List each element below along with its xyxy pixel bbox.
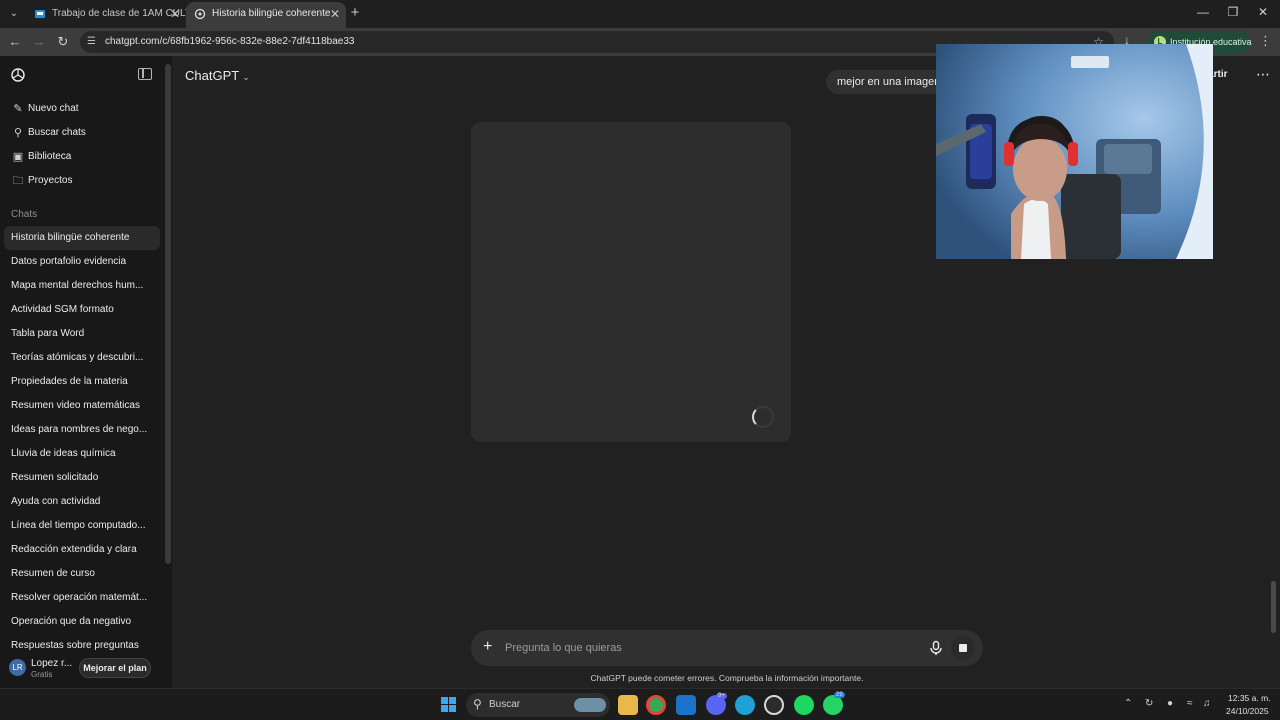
minimize-icon[interactable]: —: [1192, 5, 1214, 19]
webcam-overlay: [936, 44, 1213, 259]
user-message-bubble: mejor en una imagen: [826, 70, 946, 94]
more-options-icon[interactable]: ⋯: [1256, 66, 1270, 83]
chat-item[interactable]: Resumen solicitado: [4, 466, 160, 490]
prompt-input[interactable]: [505, 638, 905, 658]
new-chat-button[interactable]: ✎ Nuevo chat: [4, 98, 160, 120]
chat-item[interactable]: Redacción extendida y clara: [4, 538, 160, 562]
model-selector[interactable]: ChatGPT ⌄: [185, 68, 250, 83]
chat-item[interactable]: Ideas para nombres de nego...: [4, 418, 160, 442]
tab-classroom[interactable]: Trabajo de clase de 1AM CULTU ✕: [26, 2, 186, 28]
outlook-icon[interactable]: [676, 695, 696, 715]
chat-item[interactable]: Propiedades de la materia: [4, 370, 160, 394]
sync-icon[interactable]: ↻: [1145, 698, 1153, 709]
chrome-icon[interactable]: [646, 695, 666, 715]
search-icon: ⚲: [473, 697, 482, 711]
tab-title: Trabajo de clase de 1AM CULTU: [52, 8, 186, 19]
user-menu[interactable]: LR Lopez r... Gratis Mejorar el plan: [0, 654, 172, 688]
chat-item[interactable]: Resolver operación matemát...: [4, 586, 160, 610]
webcam-video-image: [936, 44, 1213, 259]
forward-icon[interactable]: →: [30, 33, 48, 51]
sidebar-scrollbar[interactable]: [165, 64, 171, 564]
spotify-icon[interactable]: [794, 695, 814, 715]
search-chats-button[interactable]: ⚲ Buscar chats: [4, 122, 160, 144]
chat-item[interactable]: Operación que da negativo: [4, 610, 160, 634]
sidebar-toggle-icon[interactable]: [138, 68, 152, 80]
folder-icon: 🗀: [12, 175, 24, 187]
screen: ⌄ Trabajo de clase de 1AM CULTU ✕ Histor…: [0, 0, 1280, 720]
discord-badge: 9+: [716, 693, 727, 699]
disclaimer-text: ChatGPT puede cometer errores. Comprueba…: [590, 673, 864, 683]
taskbar: ⚲ Buscar 9+ 29 ⌃ ↻ ● ≈ ♫ 12:35 a. m. 24/…: [0, 688, 1280, 720]
tab-chatgpt[interactable]: Historia bilingüe coherente ✕: [186, 2, 346, 28]
library-icon: ▣: [12, 151, 24, 163]
url-text[interactable]: chatgpt.com/c/68fb1962-956c-832e-88e2-7d…: [105, 31, 354, 53]
taskbar-search[interactable]: ⚲ Buscar: [466, 693, 610, 717]
chats-section-label: Chats: [11, 209, 38, 220]
taskbar-search-label: Buscar: [489, 699, 521, 710]
chat-item[interactable]: Teorías atómicas y descubri...: [4, 346, 160, 370]
tab-title: Historia bilingüe coherente: [212, 8, 331, 19]
browser-tab-bar: ⌄ Trabajo de clase de 1AM CULTU ✕ Histor…: [0, 0, 1280, 28]
composer: +: [471, 630, 983, 666]
tab-search-chevron-icon[interactable]: ⌄: [4, 4, 24, 24]
chat-list: Historia bilingüe coherente Datos portaf…: [4, 226, 160, 658]
user-plan: Gratis: [31, 670, 53, 679]
chevron-up-icon[interactable]: ⌃: [1124, 698, 1132, 709]
chevron-down-icon: ⌄: [242, 72, 250, 82]
steam-icon[interactable]: [764, 695, 784, 715]
restore-icon[interactable]: ❐: [1222, 5, 1244, 19]
reload-icon[interactable]: ↻: [54, 33, 72, 51]
wifi-icon[interactable]: ≈: [1187, 698, 1193, 709]
avatar: LR: [9, 659, 26, 676]
search-icon: ⚲: [13, 127, 23, 139]
nav-label: Buscar chats: [28, 127, 86, 138]
site-info-icon[interactable]: ☰: [87, 36, 99, 48]
nav-label: Biblioteca: [28, 151, 72, 162]
back-icon[interactable]: ←: [6, 33, 24, 51]
volume-icon[interactable]: ♫: [1203, 698, 1211, 709]
chat-item[interactable]: Datos portafolio evidencia: [4, 250, 160, 274]
chat-item[interactable]: Lluvia de ideas química: [4, 442, 160, 466]
chat-item[interactable]: Mapa mental derechos hum...: [4, 274, 160, 298]
browser-menu-icon[interactable]: ⋮: [1259, 33, 1272, 49]
loading-spinner-icon: [752, 406, 774, 428]
sidebar: ✎ Nuevo chat ⚲ Buscar chats ▣ Biblioteca…: [0, 56, 172, 688]
new-tab-button[interactable]: +: [346, 4, 364, 21]
user-name: Lopez r...: [31, 658, 73, 669]
whatsapp-icon[interactable]: [823, 695, 843, 715]
search-highlight-image: [574, 698, 606, 712]
chat-item[interactable]: Ayuda con actividad: [4, 490, 160, 514]
add-attachment-icon[interactable]: +: [483, 637, 492, 657]
library-button[interactable]: ▣ Biblioteca: [4, 146, 160, 168]
windows-start-icon[interactable]: [441, 697, 456, 712]
model-label: ChatGPT: [185, 68, 240, 83]
whatsapp-badge: 29: [834, 692, 845, 698]
edit-icon: ✎: [13, 103, 23, 115]
chat-item[interactable]: Resumen video matemáticas: [4, 394, 160, 418]
projects-button[interactable]: 🗀 Proyectos: [4, 170, 160, 192]
nav-label: Nuevo chat: [28, 103, 79, 114]
stop-generating-button[interactable]: [951, 636, 975, 660]
classroom-icon: [35, 10, 45, 18]
chat-item[interactable]: Línea del tiempo computado...: [4, 514, 160, 538]
chat-item[interactable]: Actividad SGM formato: [4, 298, 160, 322]
edge-icon[interactable]: [735, 695, 755, 715]
clock-time[interactable]: 12:35 a. m.: [1228, 693, 1271, 703]
microphone-tray-icon[interactable]: ●: [1167, 698, 1173, 709]
close-tab-icon[interactable]: ✕: [170, 2, 180, 26]
nav-label: Proyectos: [28, 175, 73, 186]
chatgpt-favicon-icon: [194, 8, 206, 20]
microphone-icon[interactable]: [927, 639, 945, 657]
main-scrollbar[interactable]: [1271, 581, 1276, 633]
close-tab-icon[interactable]: ✕: [330, 2, 340, 26]
file-explorer-icon[interactable]: [618, 695, 638, 715]
chat-item[interactable]: Resumen de curso: [4, 562, 160, 586]
chat-item[interactable]: Tabla para Word: [4, 322, 160, 346]
chat-item[interactable]: Historia bilingüe coherente: [4, 226, 160, 250]
close-window-icon[interactable]: ✕: [1252, 5, 1274, 19]
openai-logo-icon[interactable]: [10, 67, 26, 83]
upgrade-plan-button[interactable]: Mejorar el plan: [79, 658, 151, 678]
image-generation-placeholder: [471, 122, 791, 442]
clock-date[interactable]: 24/10/2025: [1226, 706, 1269, 716]
